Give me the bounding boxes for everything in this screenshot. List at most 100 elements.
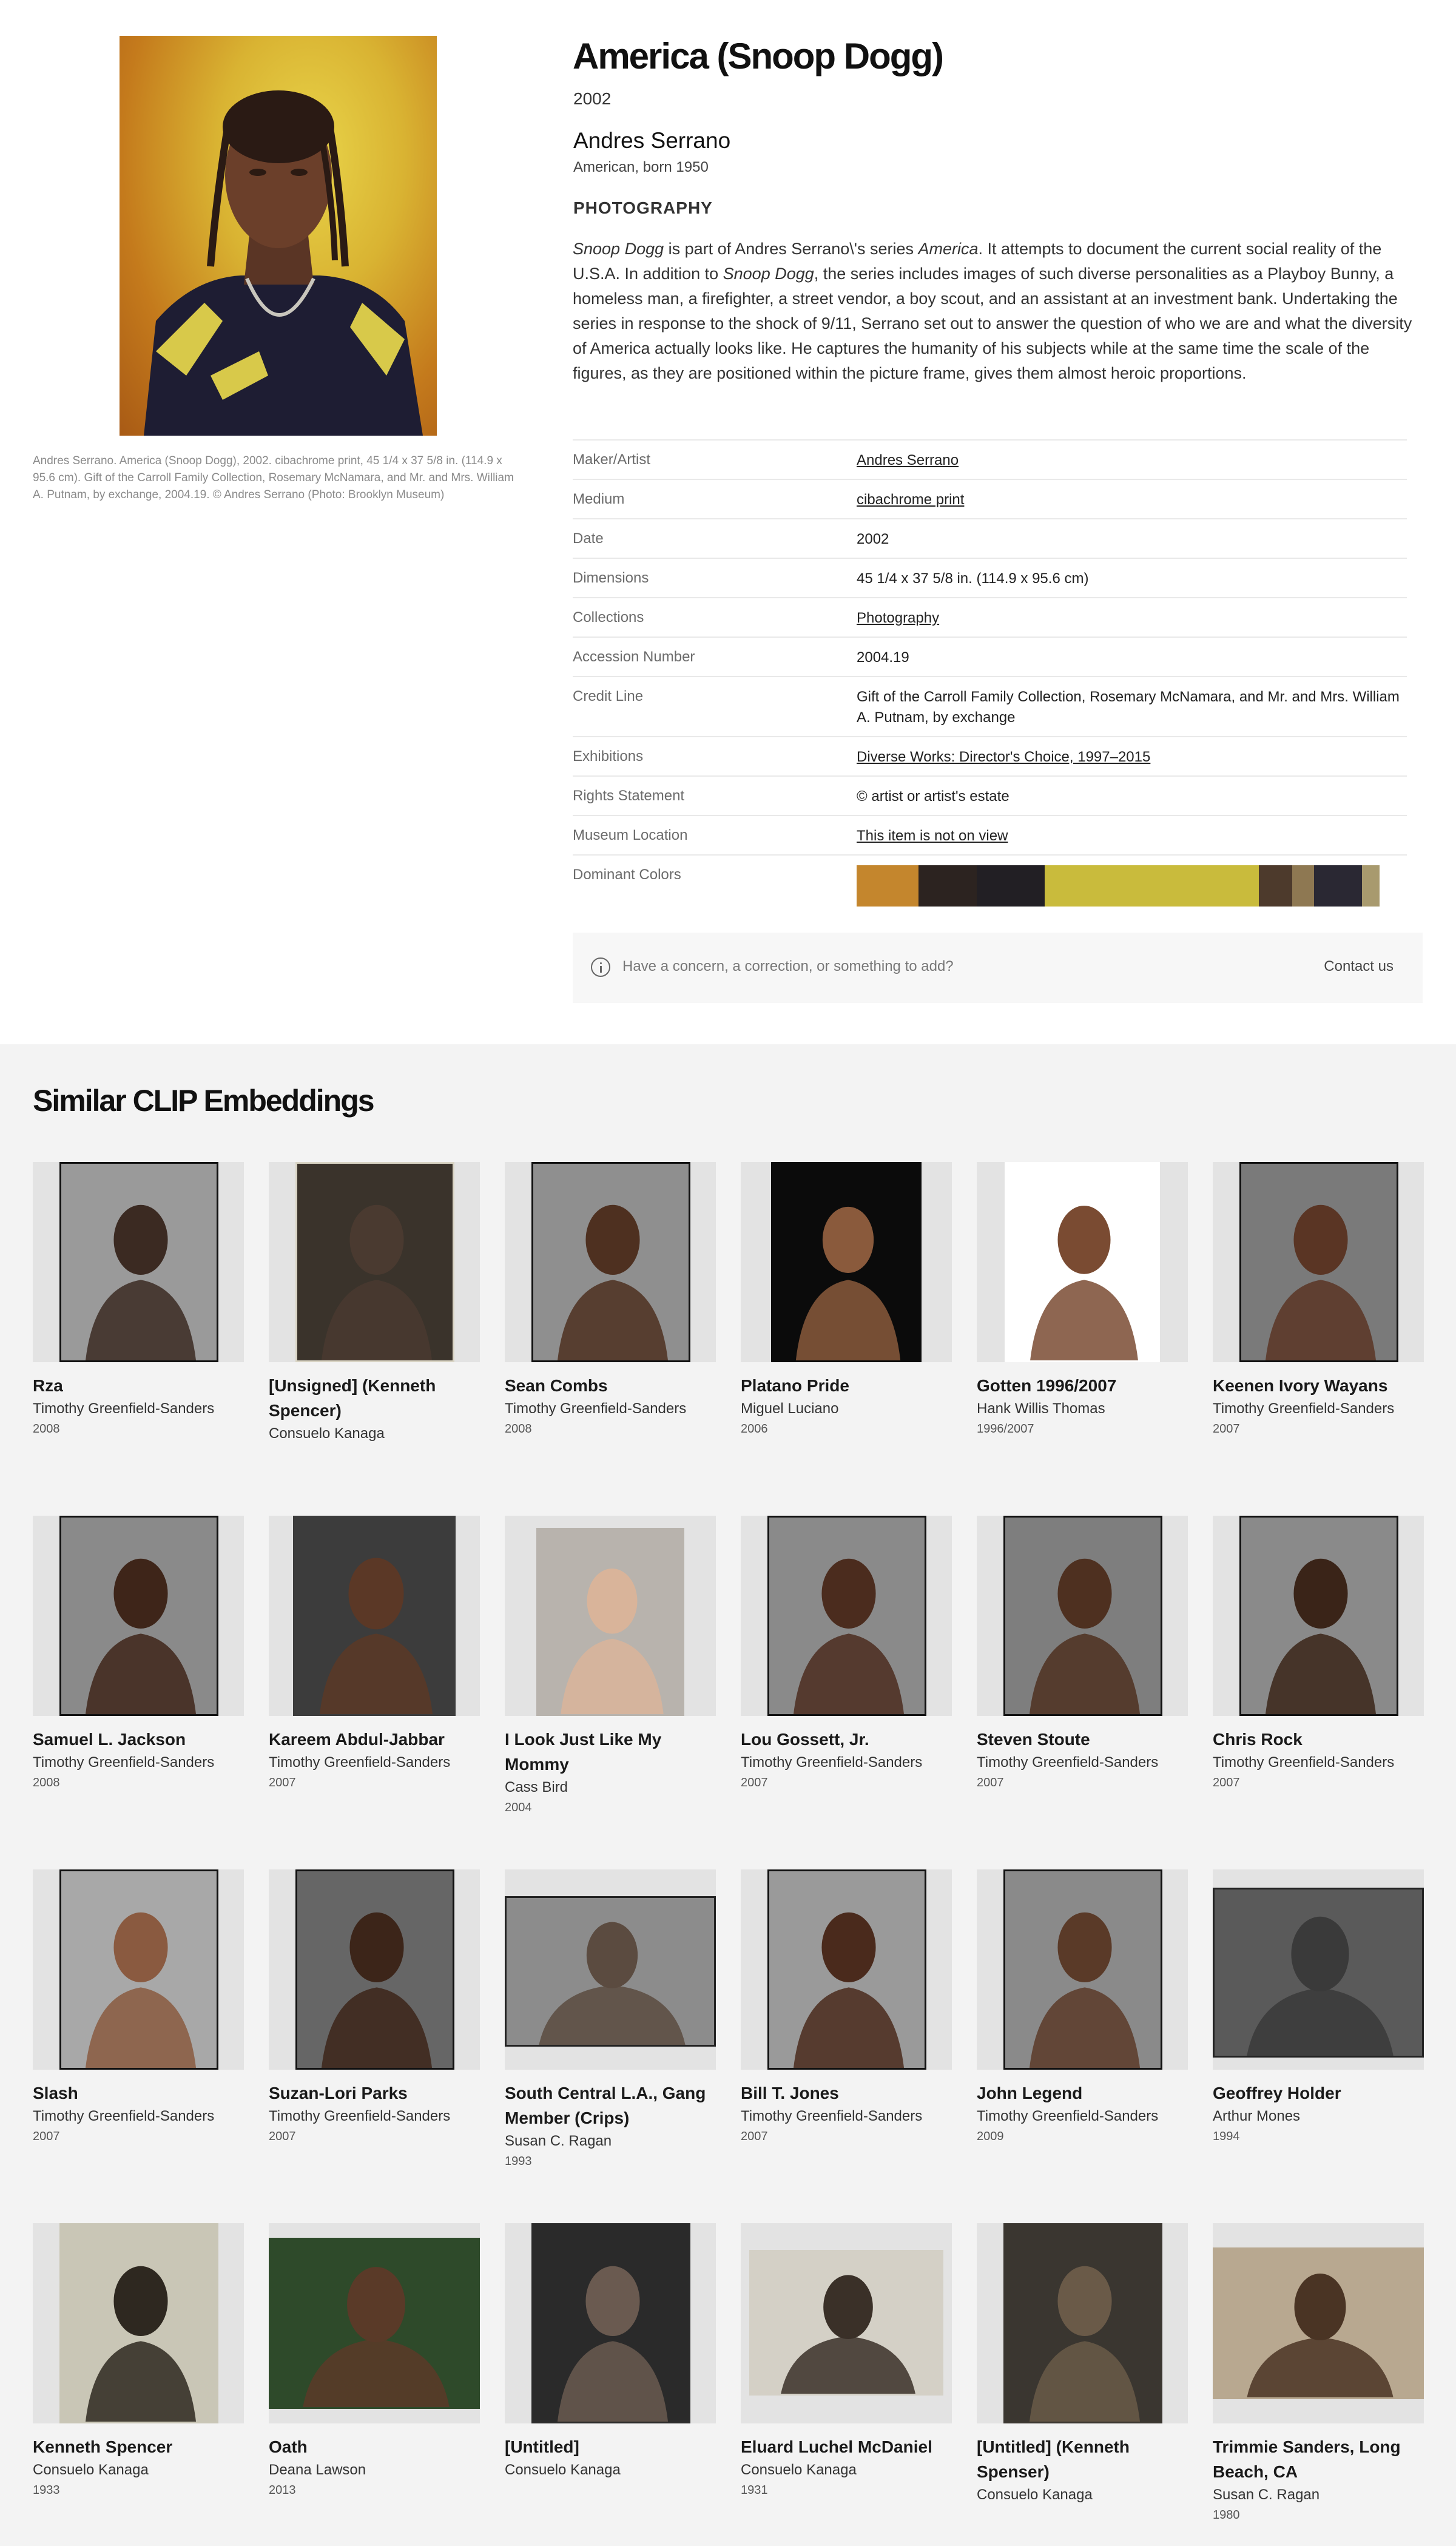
thumbnail-photo bbox=[1213, 2247, 1424, 2399]
similar-thumbnail[interactable] bbox=[1213, 1869, 1424, 2070]
similar-thumbnail[interactable] bbox=[977, 2223, 1188, 2423]
similar-card[interactable]: Suzan-Lori Parks Timothy Greenfield-Sande… bbox=[269, 1869, 480, 2146]
similar-card[interactable]: Lou Gossett, Jr. Timothy Greenfield-Sande… bbox=[741, 1516, 952, 1792]
similar-card[interactable]: I Look Just Like My Mommy Cass Bird 2004 bbox=[505, 1516, 716, 1817]
similar-card-title[interactable]: Platano Pride bbox=[741, 1373, 952, 1398]
similar-card-artist: Timothy Greenfield-Sanders bbox=[977, 1754, 1159, 1771]
similar-card-title[interactable]: Oath bbox=[269, 2434, 480, 2459]
similar-card[interactable]: Chris Rock Timothy Greenfield-Sanders 2007 bbox=[1213, 1516, 1424, 1792]
similar-card-title[interactable]: [Untitled] (Kenneth Spenser) bbox=[977, 2434, 1188, 2484]
similar-card-title[interactable]: Slash bbox=[33, 2081, 244, 2105]
similar-card-title[interactable]: Sean Combs bbox=[505, 1373, 716, 1398]
similar-card[interactable]: Slash Timothy Greenfield-Sanders 2007 bbox=[33, 1869, 244, 2146]
thumbnail-photo bbox=[1005, 1162, 1160, 1362]
similar-card[interactable]: Platano Pride Miguel Luciano 2006 bbox=[741, 1162, 952, 1438]
similar-card[interactable]: Bill T. Jones Timothy Greenfield-Sanders 2… bbox=[741, 1869, 952, 2146]
similar-thumbnail[interactable] bbox=[33, 1869, 244, 2070]
similar-card[interactable]: Oath Deana Lawson 2013 bbox=[269, 2223, 480, 2499]
similar-card[interactable]: Samuel L. Jackson Timothy Greenfield-Sand… bbox=[33, 1516, 244, 1792]
similar-card-title[interactable]: Lou Gossett, Jr. bbox=[741, 1727, 952, 1752]
similar-card-title[interactable]: Steven Stoute bbox=[977, 1727, 1188, 1752]
similar-card[interactable]: [Untitled] (Kenneth Spenser) Consuelo Kan… bbox=[977, 2223, 1188, 2506]
metadata-label: Dominant Colors bbox=[573, 866, 681, 883]
similar-card[interactable]: Steven Stoute Timothy Greenfield-Sanders 2… bbox=[977, 1516, 1188, 1792]
similar-thumbnail[interactable] bbox=[505, 1516, 716, 1716]
similar-thumbnail[interactable] bbox=[1213, 1162, 1424, 1362]
similar-card[interactable]: Keenen Ivory Wayans Timothy Greenfield-Sa… bbox=[1213, 1162, 1424, 1438]
similar-card[interactable]: Kenneth Spencer Consuelo Kanaga 1933 bbox=[33, 2223, 244, 2499]
thumbnail-photo bbox=[269, 2238, 480, 2409]
similar-card-date: 1933 bbox=[33, 2484, 60, 2497]
similar-card-artist: Miguel Luciano bbox=[741, 1400, 839, 1417]
similar-card[interactable]: Trimmie Sanders, Long Beach, CA Susan C. … bbox=[1213, 2223, 1424, 2524]
similar-card-title[interactable]: Samuel L. Jackson bbox=[33, 1727, 244, 1752]
similar-card[interactable]: Eluard Luchel McDaniel Consuelo Kanaga 193… bbox=[741, 2223, 952, 2499]
similar-card-title[interactable]: Keenen Ivory Wayans bbox=[1213, 1373, 1424, 1398]
similar-card-date: 2007 bbox=[1213, 1776, 1240, 1789]
similar-thumbnail[interactable] bbox=[977, 1162, 1188, 1362]
metadata-label: Accession Number bbox=[573, 649, 695, 665]
artwork-main-image[interactable] bbox=[120, 36, 437, 436]
similar-thumbnail[interactable] bbox=[269, 1869, 480, 2070]
similar-card[interactable]: [Untitled] Consuelo Kanaga bbox=[505, 2223, 716, 2481]
similar-card[interactable]: Sean Combs Timothy Greenfield-Sanders 2008 bbox=[505, 1162, 716, 1438]
similar-card-date: 2013 bbox=[269, 2484, 296, 2497]
similar-thumbnail[interactable] bbox=[741, 1162, 952, 1362]
similar-card-title[interactable]: Trimmie Sanders, Long Beach, CA bbox=[1213, 2434, 1424, 2484]
similar-card-artist: Timothy Greenfield-Sanders bbox=[33, 1400, 215, 1417]
similar-card-title[interactable]: Rza bbox=[33, 1373, 244, 1398]
similar-thumbnail[interactable] bbox=[33, 1516, 244, 1716]
similar-card-title[interactable]: South Central L.A., Gang Member (Crips) bbox=[505, 2081, 716, 2130]
similar-thumbnail[interactable] bbox=[1213, 1516, 1424, 1716]
similar-card-title[interactable]: Bill T. Jones bbox=[741, 2081, 952, 2105]
similar-thumbnail[interactable] bbox=[269, 1162, 480, 1362]
similar-thumbnail[interactable] bbox=[505, 1162, 716, 1362]
similar-thumbnail[interactable] bbox=[741, 1516, 952, 1716]
similar-card-title[interactable]: [Untitled] bbox=[505, 2434, 716, 2459]
metadata-row-location: Museum Location This item is not on view bbox=[573, 815, 1407, 854]
similar-card-title[interactable]: Kareem Abdul-Jabbar bbox=[269, 1727, 480, 1752]
maker-link[interactable]: Andres Serrano bbox=[857, 450, 1407, 471]
collections-link[interactable]: Photography bbox=[857, 608, 1407, 629]
similar-card-date: 2007 bbox=[741, 2130, 768, 2143]
contact-us-link[interactable]: Contact us bbox=[1324, 958, 1394, 975]
color-swatch bbox=[857, 865, 918, 907]
similar-thumbnail[interactable] bbox=[977, 1869, 1188, 2070]
similar-card-title[interactable]: Suzan-Lori Parks bbox=[269, 2081, 480, 2105]
thumbnail-photo bbox=[767, 1869, 926, 2070]
similar-thumbnail[interactable] bbox=[505, 2223, 716, 2423]
museum-location-link[interactable]: This item is not on view bbox=[857, 826, 1407, 846]
thumbnail-photo bbox=[767, 1516, 926, 1716]
similar-card-title[interactable]: Gotten 1996/2007 bbox=[977, 1373, 1188, 1398]
similar-card-title[interactable]: John Legend bbox=[977, 2081, 1188, 2105]
similar-card-title[interactable]: Geoffrey Holder bbox=[1213, 2081, 1424, 2105]
similar-card-title[interactable]: I Look Just Like My Mommy bbox=[505, 1727, 716, 1777]
similar-card-title[interactable]: [Unsigned] (Kenneth Spencer) bbox=[269, 1373, 480, 1423]
similar-thumbnail[interactable] bbox=[977, 1516, 1188, 1716]
similar-thumbnail[interactable] bbox=[741, 1869, 952, 2070]
similar-card[interactable]: Gotten 1996/2007 Hank Willis Thomas 1996/2… bbox=[977, 1162, 1188, 1438]
similar-card-artist: Timothy Greenfield-Sanders bbox=[977, 2108, 1159, 2124]
similar-card-title[interactable]: Eluard Luchel McDaniel bbox=[741, 2434, 952, 2459]
similar-card[interactable]: South Central L.A., Gang Member (Crips) S… bbox=[505, 1869, 716, 2170]
similar-card[interactable]: John Legend Timothy Greenfield-Sanders 200… bbox=[977, 1869, 1188, 2146]
similar-thumbnail[interactable] bbox=[741, 2223, 952, 2423]
similar-card-title[interactable]: Chris Rock bbox=[1213, 1727, 1424, 1752]
similar-card[interactable]: Kareem Abdul-Jabbar Timothy Greenfield-Sa… bbox=[269, 1516, 480, 1792]
exhibitions-link[interactable]: Diverse Works: Director's Choice, 1997–2… bbox=[857, 747, 1407, 768]
similar-thumbnail[interactable] bbox=[33, 1162, 244, 1362]
similar-thumbnail[interactable] bbox=[269, 2223, 480, 2423]
similar-card-title[interactable]: Kenneth Spencer bbox=[33, 2434, 244, 2459]
similar-card[interactable]: Geoffrey Holder Arthur Mones 1994 bbox=[1213, 1869, 1424, 2146]
similar-card[interactable]: [Unsigned] (Kenneth Spencer) Consuelo Kan… bbox=[269, 1162, 480, 1445]
similar-thumbnail[interactable] bbox=[33, 2223, 244, 2423]
color-swatch bbox=[1362, 865, 1380, 907]
medium-link[interactable]: cibachrome print bbox=[857, 490, 1407, 510]
metadata-label: Date bbox=[573, 530, 604, 547]
similar-thumbnail[interactable] bbox=[505, 1869, 716, 2070]
similar-thumbnail[interactable] bbox=[1213, 2223, 1424, 2423]
similar-thumbnail[interactable] bbox=[269, 1516, 480, 1716]
metadata-row-maker: Maker/Artist Andres Serrano bbox=[573, 439, 1407, 479]
similar-card[interactable]: Rza Timothy Greenfield-Sanders 2008 bbox=[33, 1162, 244, 1438]
similar-card-date: 2007 bbox=[269, 2130, 296, 2143]
